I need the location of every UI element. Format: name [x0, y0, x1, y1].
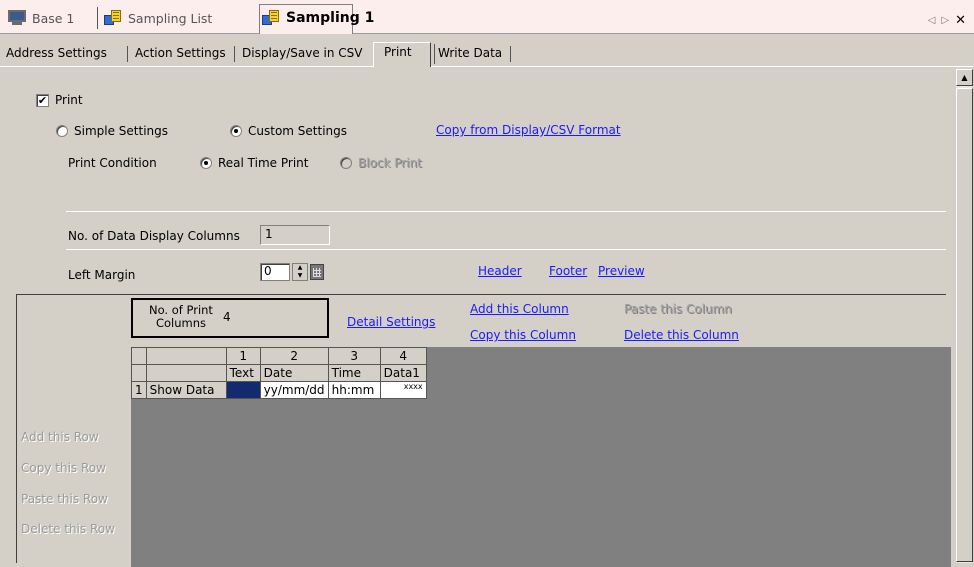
header-link[interactable]: Header: [478, 264, 522, 278]
calculator-icon[interactable]: [310, 264, 324, 280]
real-time-print-radio-button[interactable]: [200, 157, 212, 169]
delete-column-link[interactable]: Delete this Column: [624, 328, 739, 342]
scroll-up-icon[interactable]: ▲: [956, 69, 973, 86]
selected-cell[interactable]: [225, 381, 261, 399]
tab-write-data[interactable]: Write Data: [438, 46, 502, 60]
paste-column-link: Paste this Column: [624, 302, 732, 316]
scroll-right-icon[interactable]: ▷: [941, 15, 949, 26]
footer-link[interactable]: Footer: [549, 264, 587, 278]
sampling-icon: [104, 9, 122, 27]
divider: [66, 211, 946, 212]
simple-settings-radio[interactable]: Simple Settings: [56, 124, 168, 138]
paste-row-link: Paste this Row: [21, 492, 108, 506]
tab-display-save-csv[interactable]: Display/Save in CSV: [242, 46, 363, 60]
simple-settings-radio-button[interactable]: [56, 125, 68, 137]
divider: [66, 249, 946, 250]
delete-row-link: Delete this Row: [21, 522, 115, 536]
print-checkbox-row[interactable]: ✔ Print: [36, 93, 83, 107]
left-margin-stepper[interactable]: ▲ ▼: [292, 263, 308, 281]
print-columns-box: No. of Print Columns 4: [131, 298, 329, 338]
tab-navigation: ◁ ▷ ✕: [928, 13, 966, 28]
add-row-link: Add this Row: [21, 430, 99, 444]
table-type-row: Text Date Time Data1: [131, 364, 427, 382]
data-display-columns-field: 1: [260, 225, 330, 245]
copy-column-link[interactable]: Copy this Column: [470, 328, 576, 342]
tab-address-settings[interactable]: Address Settings: [6, 46, 107, 60]
detail-settings-link[interactable]: Detail Settings: [347, 315, 435, 329]
block-print-radio-button: [340, 157, 352, 169]
print-columns-value: 4: [223, 310, 231, 324]
real-time-print-radio[interactable]: Real Time Print: [200, 156, 308, 170]
print-checkbox[interactable]: ✔: [36, 93, 49, 107]
print-columns-table: 1 2 3 4 Text Date Time Data1 1 Show Data…: [131, 347, 427, 399]
copy-row-link: Copy this Row: [21, 461, 106, 475]
print-grid-panel: No. of Print Columns 4 Detail Settings A…: [16, 294, 951, 567]
custom-settings-radio[interactable]: Custom Settings: [230, 124, 347, 138]
block-print-radio: Block Print: [340, 156, 422, 170]
print-condition-label: Print Condition: [68, 156, 157, 170]
vertical-scrollbar[interactable]: ▲: [955, 69, 973, 563]
table-header-row: 1 2 3 4: [131, 347, 427, 365]
add-column-link[interactable]: Add this Column: [470, 302, 569, 316]
left-margin-label: Left Margin: [68, 268, 136, 282]
scroll-left-icon[interactable]: ◁: [928, 15, 936, 26]
custom-settings-radio-button[interactable]: [230, 125, 242, 137]
doc-tab-base1[interactable]: Base 1: [8, 7, 74, 29]
scroll-thumb[interactable]: [956, 88, 973, 562]
document-tab-bar: Base 1 Sampling List Sampling 1 ◁ ▷ ✕: [0, 0, 974, 34]
data-display-columns-label: No. of Data Display Columns: [68, 229, 240, 243]
copy-from-display-csv-link[interactable]: Copy from Display/CSV Format: [436, 123, 621, 137]
settings-tab-bar: Address Settings Action Settings Display…: [0, 34, 974, 67]
print-columns-label: No. of Print: [149, 303, 213, 317]
left-margin-control: 0 ▲ ▼: [260, 263, 324, 281]
doc-tab-sampling1[interactable]: Sampling 1: [262, 7, 374, 29]
sampling-icon: [262, 9, 280, 27]
doc-tab-sampling-list[interactable]: Sampling List: [104, 7, 212, 29]
tab-print[interactable]: Print: [373, 42, 431, 67]
preview-link[interactable]: Preview: [598, 264, 645, 278]
monitor-icon: [8, 10, 26, 26]
print-checkbox-label: Print: [55, 93, 83, 107]
left-margin-input[interactable]: 0: [260, 263, 290, 281]
close-icon[interactable]: ✕: [955, 13, 966, 28]
tab-action-settings[interactable]: Action Settings: [135, 46, 226, 60]
table-row: 1 Show Data yy/mm/dd hh:mm xxxx: [131, 381, 427, 399]
